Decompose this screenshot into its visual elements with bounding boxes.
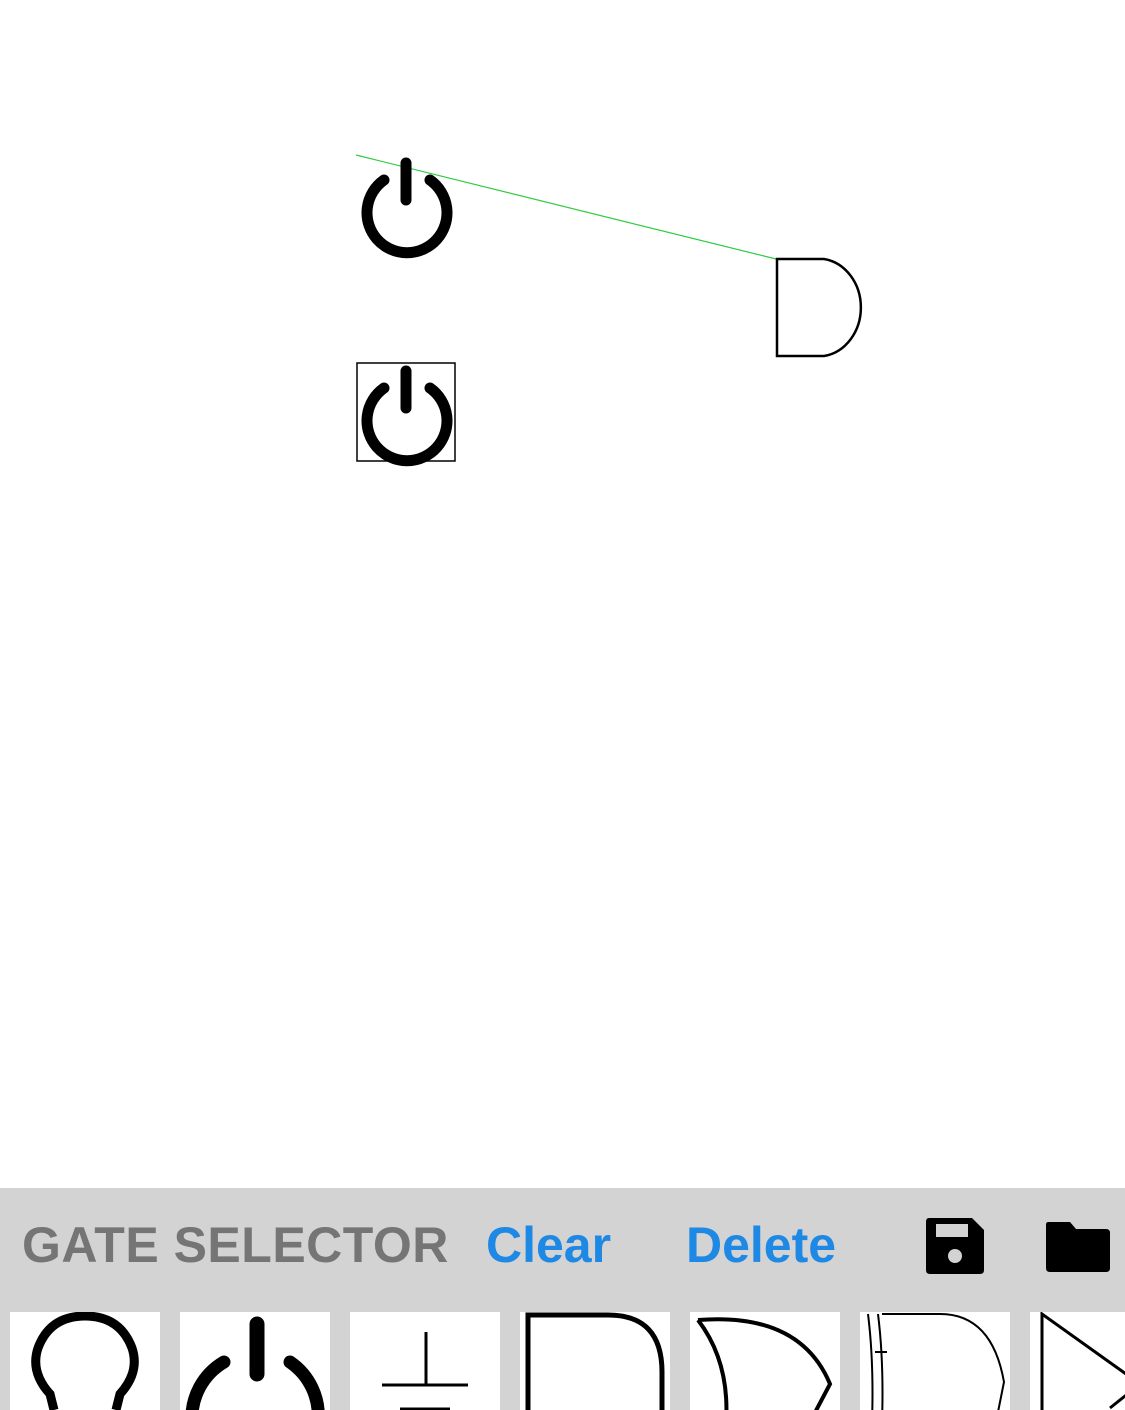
power-icon [185, 1316, 325, 1410]
buffer-icon [1040, 1312, 1125, 1410]
delete-button[interactable]: Delete [686, 1216, 836, 1274]
wire[interactable] [355, 154, 777, 260]
and-gate-component[interactable] [775, 257, 863, 358]
power-switch-component-selected[interactable] [356, 362, 456, 467]
palette-light-bulb[interactable] [10, 1312, 160, 1410]
power-switch-component[interactable] [361, 157, 453, 259]
palette-power-switch[interactable] [180, 1312, 330, 1410]
or-gate-icon [696, 1317, 833, 1410]
ground-icon [382, 1332, 468, 1410]
folder-icon[interactable] [1044, 1218, 1112, 1274]
xor-gate-icon [867, 1313, 1006, 1410]
clear-button[interactable]: Clear [486, 1216, 611, 1274]
circuit-canvas[interactable] [0, 0, 1125, 1188]
palette-buffer[interactable] [1030, 1312, 1125, 1410]
palette-xor-gate[interactable] [860, 1312, 1010, 1410]
save-icon[interactable] [924, 1216, 986, 1276]
palette-or-gate[interactable] [690, 1312, 840, 1410]
light-bulb-icon [31, 1312, 139, 1410]
palette-and-gate[interactable] [520, 1312, 670, 1410]
and-gate-icon [525, 1312, 665, 1410]
palette-ground[interactable] [350, 1312, 500, 1410]
gate-selector-title: GATE SELECTOR [22, 1217, 449, 1273]
